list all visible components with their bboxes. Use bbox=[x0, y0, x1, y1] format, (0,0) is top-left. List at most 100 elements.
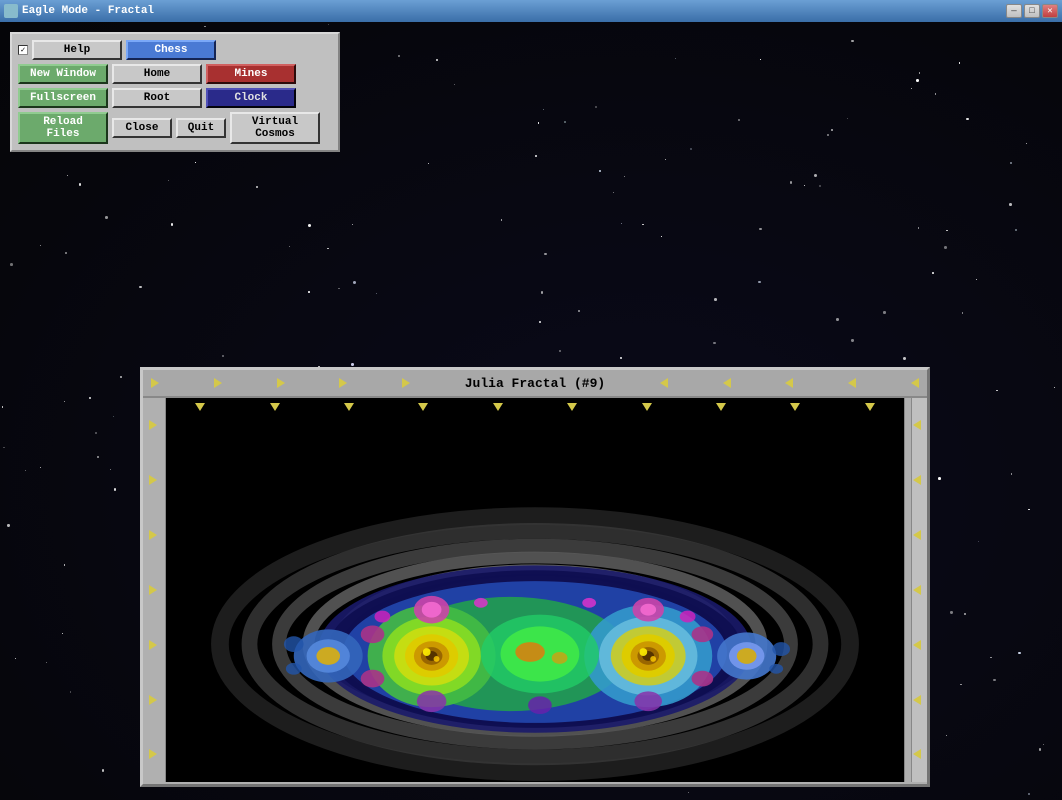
star bbox=[454, 84, 456, 86]
star bbox=[760, 59, 761, 60]
menu-row-1: ✓ Help Chess bbox=[18, 40, 332, 60]
star bbox=[1009, 203, 1012, 206]
star bbox=[935, 93, 936, 94]
star bbox=[538, 122, 540, 124]
star bbox=[814, 174, 817, 177]
arrow-right-2 bbox=[214, 378, 222, 388]
star bbox=[1011, 473, 1013, 475]
scrollbar[interactable] bbox=[911, 398, 927, 782]
star bbox=[7, 524, 9, 526]
star bbox=[847, 118, 848, 119]
star bbox=[67, 175, 68, 176]
star bbox=[10, 263, 13, 266]
star bbox=[919, 72, 921, 74]
star bbox=[690, 148, 692, 150]
star bbox=[535, 155, 537, 157]
star bbox=[46, 662, 47, 663]
star bbox=[70, 691, 71, 692]
star bbox=[1026, 143, 1027, 144]
close-panel-button[interactable]: Close bbox=[112, 118, 172, 138]
mines-button[interactable]: Mines bbox=[206, 64, 296, 84]
star bbox=[661, 236, 662, 237]
star bbox=[950, 611, 952, 613]
star bbox=[501, 219, 503, 221]
star bbox=[328, 24, 329, 25]
star bbox=[675, 58, 676, 59]
star bbox=[990, 657, 992, 659]
clock-button[interactable]: Clock bbox=[206, 88, 296, 108]
star bbox=[113, 416, 114, 417]
star bbox=[713, 342, 715, 344]
star bbox=[65, 252, 67, 254]
star bbox=[289, 246, 290, 247]
star bbox=[338, 288, 340, 290]
star bbox=[195, 162, 196, 163]
star bbox=[978, 541, 979, 542]
checkbox[interactable]: ✓ bbox=[18, 45, 28, 55]
fractal-title: Julia Fractal (#9) bbox=[465, 376, 605, 391]
chess-button[interactable]: Chess bbox=[126, 40, 216, 60]
star bbox=[688, 792, 689, 793]
star bbox=[738, 119, 740, 121]
star bbox=[15, 658, 16, 659]
star bbox=[918, 227, 920, 229]
checkbox-row: ✓ bbox=[18, 45, 28, 55]
star bbox=[171, 223, 174, 226]
star bbox=[222, 355, 225, 358]
root-button[interactable]: Root bbox=[112, 88, 202, 108]
star bbox=[105, 216, 108, 219]
star bbox=[595, 106, 597, 108]
star bbox=[120, 376, 121, 377]
star bbox=[64, 564, 66, 566]
star bbox=[714, 298, 717, 301]
arrow-right-5 bbox=[402, 378, 410, 388]
star bbox=[1010, 162, 1012, 164]
star bbox=[946, 230, 948, 232]
star bbox=[964, 613, 966, 615]
maximize-button[interactable]: □ bbox=[1024, 4, 1040, 18]
star bbox=[960, 684, 962, 686]
star bbox=[308, 224, 311, 227]
fractal-title-bar: Julia Fractal (#9) bbox=[143, 370, 927, 398]
star bbox=[256, 186, 258, 188]
star bbox=[665, 159, 666, 160]
star bbox=[966, 118, 969, 121]
home-button[interactable]: Home bbox=[112, 64, 202, 84]
star bbox=[64, 401, 65, 402]
star bbox=[376, 293, 377, 294]
star bbox=[993, 679, 996, 682]
window-controls: — □ ✕ bbox=[1006, 4, 1058, 18]
arrow-right-4 bbox=[339, 378, 347, 388]
star bbox=[911, 88, 912, 89]
star bbox=[79, 183, 81, 185]
fractal-window: Julia Fractal (#9) bbox=[140, 367, 930, 787]
minimize-button[interactable]: — bbox=[1006, 4, 1022, 18]
star bbox=[851, 40, 853, 42]
star bbox=[40, 467, 41, 468]
new-window-button[interactable]: New Window bbox=[18, 64, 108, 84]
star bbox=[804, 185, 805, 186]
fullscreen-button[interactable]: Fullscreen bbox=[18, 88, 108, 108]
star bbox=[1028, 509, 1030, 511]
star bbox=[642, 224, 643, 225]
star bbox=[204, 26, 205, 27]
star bbox=[544, 253, 547, 256]
menu-row-4: Reload Files Close Quit Virtual Cosmos bbox=[18, 112, 332, 144]
reload-files-button[interactable]: Reload Files bbox=[18, 112, 108, 144]
virtual-cosmos-button[interactable]: Virtual Cosmos bbox=[230, 112, 320, 144]
star bbox=[759, 228, 762, 231]
star bbox=[613, 192, 614, 193]
star bbox=[541, 291, 544, 294]
star bbox=[1028, 793, 1030, 795]
star bbox=[436, 59, 438, 61]
star bbox=[944, 246, 947, 249]
close-button[interactable]: ✕ bbox=[1042, 4, 1058, 18]
star bbox=[97, 456, 99, 458]
star bbox=[351, 363, 354, 366]
arrow-left-4 bbox=[848, 378, 856, 388]
star bbox=[599, 170, 601, 172]
star bbox=[959, 62, 961, 64]
quit-button[interactable]: Quit bbox=[176, 118, 226, 138]
help-button[interactable]: Help bbox=[32, 40, 122, 60]
arrow-left-3 bbox=[785, 378, 793, 388]
